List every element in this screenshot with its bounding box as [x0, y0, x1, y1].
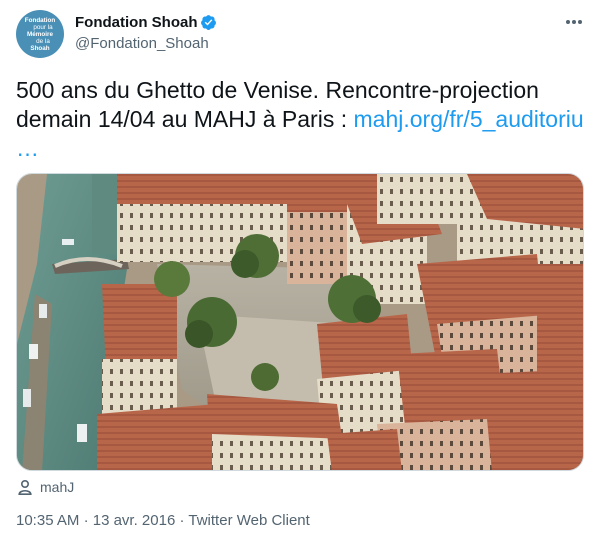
- person-icon: [18, 479, 32, 495]
- avatar-line-5: Shoah: [30, 44, 50, 52]
- media-image[interactable]: [16, 173, 584, 471]
- media-source-row[interactable]: mahJ: [18, 479, 74, 495]
- media-source-name[interactable]: mahJ: [40, 479, 74, 495]
- tweet-text-line-1: 500 ans du Ghetto de Venise. Rencontre-p…: [16, 77, 539, 103]
- tweet-text: 500 ans du Ghetto de Venise. Rencontre-p…: [16, 76, 586, 163]
- meta-separator-1: ·: [83, 512, 89, 529]
- author-handle[interactable]: @Fondation_Shoah: [75, 35, 209, 52]
- tweet-time[interactable]: 10:35 AM: [16, 512, 79, 529]
- tweet-link[interactable]: mahj.org/fr/5_auditoriu: [354, 106, 584, 132]
- tweet-link-ellipsis[interactable]: …: [16, 134, 586, 163]
- verified-badge-icon: [200, 14, 217, 31]
- meta-separator-2: ·: [179, 512, 185, 529]
- venice-ghetto-aerial-photo: [17, 174, 583, 470]
- avatar-line-4: de la: [36, 37, 50, 45]
- tweet-text-line-2-prefix: demain 14/04 au MAHJ à Paris :: [16, 106, 354, 132]
- avatar[interactable]: Fondation pour la Mémoire de la Shoah: [16, 10, 64, 58]
- avatar-line-1: Fondation: [24, 16, 56, 24]
- display-name[interactable]: Fondation Shoah: [75, 14, 197, 31]
- avatar-line-3: Mémoire: [27, 30, 53, 38]
- author-name-row: Fondation Shoah: [75, 14, 217, 31]
- tweet-client[interactable]: Twitter Web Client: [188, 512, 309, 529]
- tweet-date[interactable]: 13 avr. 2016: [93, 512, 176, 529]
- tweet-metadata: 10:35 AM · 13 avr. 2016 · Twitter Web Cl…: [16, 512, 310, 529]
- tweet-text-line-2: demain 14/04 au MAHJ à Paris : mahj.org/…: [16, 105, 586, 134]
- more-dots-icon[interactable]: [563, 12, 585, 32]
- avatar-line-2: pour la: [33, 23, 53, 31]
- tweet: Fondation pour la Mémoire de la Shoah Fo…: [0, 0, 599, 546]
